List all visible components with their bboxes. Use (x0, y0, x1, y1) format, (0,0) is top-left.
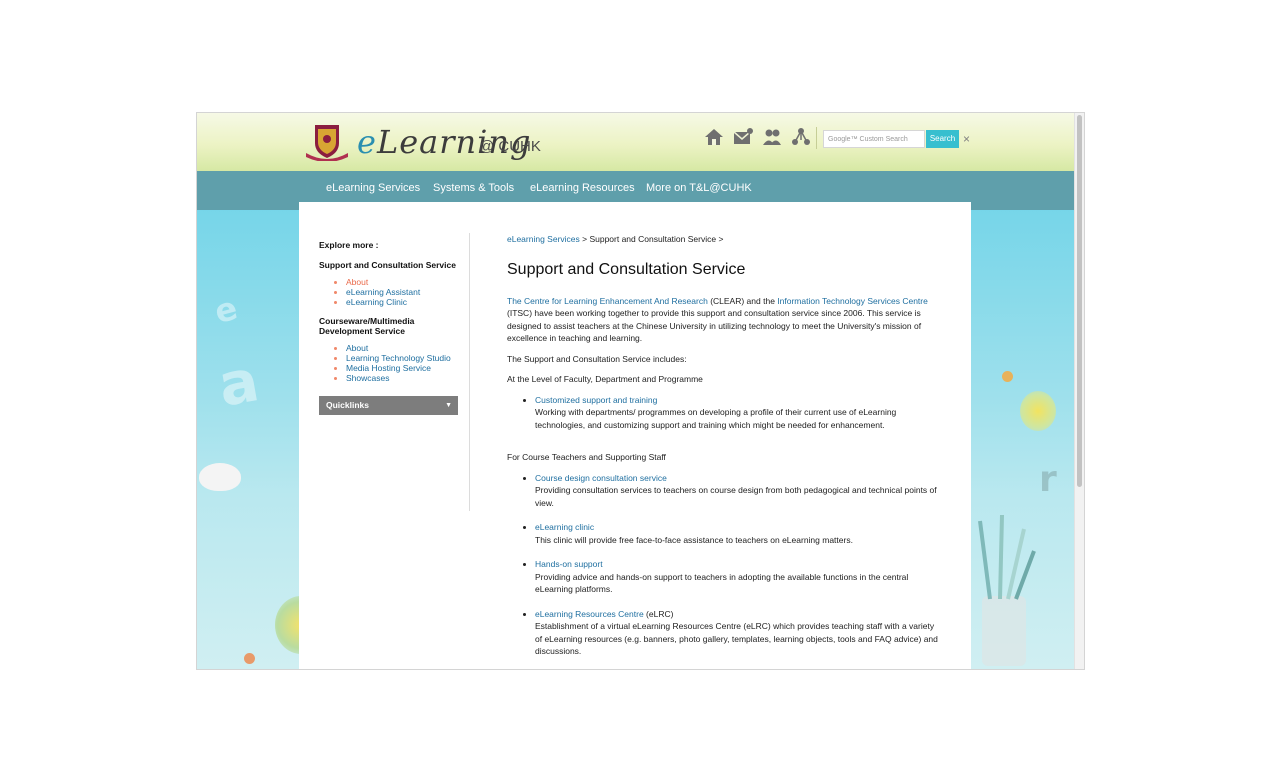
sidebar-item-media-hosting[interactable]: Media Hosting Service (346, 363, 431, 373)
intro-text: (ITSC) have been working together to pro… (507, 308, 922, 343)
nav-item-systems-tools[interactable]: Systems & Tools (433, 182, 514, 194)
decor-letter: e (210, 288, 242, 332)
chevron-down-icon: ▼ (445, 401, 452, 409)
decor-mouse (199, 463, 241, 491)
list-item: Hands-on support Providing advice and han… (535, 558, 939, 596)
intro-text: (CLEAR) and the (707, 295, 778, 306)
breadcrumb: eLearning Services > Support and Consult… (507, 233, 939, 246)
elrc-link[interactable]: eLearning Resources Centre (535, 609, 644, 619)
breadcrumb-link[interactable]: eLearning Services (507, 234, 580, 244)
quicklinks-dropdown[interactable]: Quicklinks ▼ (319, 395, 458, 415)
header-separator (816, 127, 817, 149)
level-heading: For Course Teachers and Supporting Staff (507, 452, 666, 462)
customized-support-link[interactable]: Customized support and training (535, 395, 657, 405)
sitemap-icon[interactable] (791, 127, 811, 147)
sidebar-group-title: Courseware/Multimedia Development Servic… (319, 316, 415, 337)
sidebar-item-showcases[interactable]: Showcases (346, 373, 389, 383)
browser-window: e a r eLearning @ CUHK Google™ Custom Se… (197, 113, 1084, 669)
sidebar-item-elearning-clinic[interactable]: eLearning Clinic (346, 297, 407, 307)
item-description: Providing consultation services to teach… (535, 485, 937, 508)
item-description: Providing advice and hands-on support to… (535, 571, 909, 595)
list-item: Showcases (346, 373, 459, 384)
sidebar-group-title: Support and Consultation Service (319, 260, 456, 270)
item-description: Establishment of a virtual eLearning Res… (535, 621, 938, 656)
mail-icon[interactable] (733, 127, 753, 147)
service-list: Course design consultation service Provid… (507, 472, 939, 658)
item-description: Working with departments/ programmes on … (535, 407, 897, 430)
page-title: Support and Consultation Service (507, 260, 746, 278)
content-panel: Explore more : Support and Consultation … (299, 202, 971, 669)
decor-dot (1002, 371, 1013, 382)
site-title-suffix: @ CUHK (479, 138, 541, 155)
sidebar-item-about[interactable]: About (346, 277, 368, 287)
scrollbar[interactable] (1074, 113, 1084, 669)
decor-letter: a (213, 346, 264, 420)
list-item: eLearning Clinic (346, 297, 459, 308)
main-content: eLearning Services > Support and Consult… (507, 233, 939, 669)
breadcrumb-current: > Support and Consultation Service > (579, 234, 724, 244)
close-icon[interactable]: × (963, 130, 970, 148)
home-icon[interactable] (704, 127, 724, 147)
intro-paragraph: The Centre for Learning Enhancement And … (507, 295, 939, 345)
sidebar: Explore more : Support and Consultation … (319, 240, 459, 415)
people-icon[interactable] (762, 127, 782, 147)
scrollbar-thumb[interactable] (1077, 115, 1082, 487)
site-title-e: e (357, 123, 377, 161)
item-description: This clinic will provide free face-to-fa… (535, 534, 853, 545)
decor-letter: r (1039, 459, 1057, 500)
nav-item-elearning-resources[interactable]: eLearning Resources (530, 182, 635, 194)
decor-dot (244, 653, 255, 664)
itsc-link[interactable]: Information Technology Services Centre (777, 296, 928, 306)
list-item: eLearning clinic This clinic will provide… (535, 521, 939, 546)
search-button[interactable]: Search (926, 130, 959, 148)
quicklinks-label: Quicklinks (326, 399, 369, 410)
sidebar-explore-heading: Explore more : (319, 240, 379, 250)
service-list: Customized support and training Working w… (507, 394, 939, 432)
decor-pencil-cup (978, 514, 1036, 666)
sidebar-divider (469, 233, 470, 511)
hands-on-support-link[interactable]: Hands-on support (535, 559, 603, 569)
list-item: eLearning Resources Centre (eLRC) Establi… (535, 608, 939, 658)
header-icons (704, 127, 811, 147)
nav-item-elearning-services[interactable]: eLearning Services (326, 182, 420, 194)
sidebar-group-list: About eLearning Assistant eLearning Clin… (319, 277, 459, 308)
includes-text: The Support and Consultation Service inc… (507, 353, 687, 364)
clear-link[interactable]: The Centre for Learning Enhancement And … (507, 296, 708, 306)
list-item: Customized support and training Working w… (535, 394, 939, 432)
elearning-clinic-link[interactable]: eLearning clinic (535, 522, 594, 532)
course-design-link[interactable]: Course design consultation service (535, 473, 667, 483)
sidebar-group-list: About Learning Technology Studio Media H… (319, 343, 459, 384)
decor-watercolor-blot (1020, 391, 1056, 431)
level-heading: At the Level of Faculty, Department and … (507, 374, 703, 384)
cuhk-crest-logo[interactable] (304, 123, 350, 161)
sidebar-item-about[interactable]: About (346, 343, 368, 353)
list-item: Course design consultation service Provid… (535, 472, 939, 510)
sidebar-item-learning-technology-studio[interactable]: Learning Technology Studio (346, 353, 451, 363)
site-header: eLearning @ CUHK Google™ Custom Search S… (197, 113, 1074, 171)
nav-item-more-tl[interactable]: More on T&L@CUHK (646, 182, 752, 194)
item-suffix: (eLRC) (643, 608, 674, 619)
search-input[interactable]: Google™ Custom Search (823, 130, 925, 148)
sidebar-item-elearning-assistant[interactable]: eLearning Assistant (346, 287, 420, 297)
